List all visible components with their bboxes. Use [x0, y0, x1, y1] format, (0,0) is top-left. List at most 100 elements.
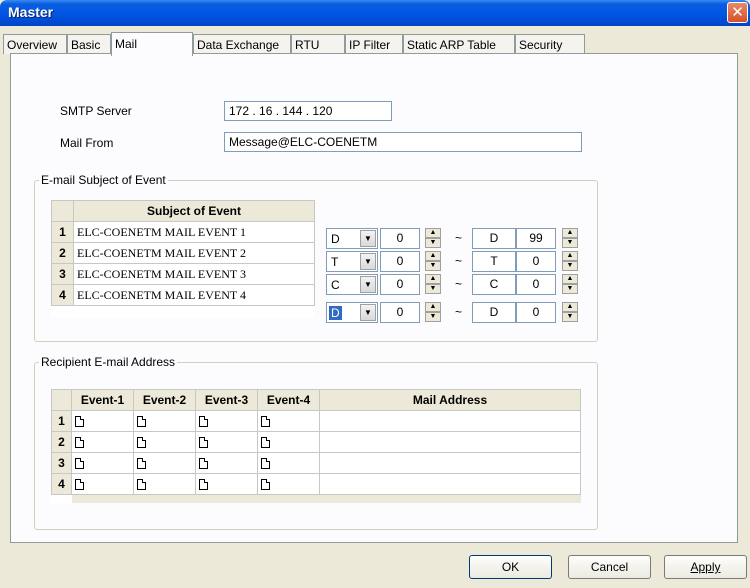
- from-device-combo-3[interactable]: C ▼: [326, 274, 378, 295]
- event-4-checkbox-cell[interactable]: [257, 431, 320, 453]
- spin-up-icon[interactable]: ▲: [562, 251, 578, 261]
- tab-overview[interactable]: Overview: [3, 34, 67, 54]
- event-3-checkbox-cell[interactable]: [195, 410, 258, 432]
- recipient-hscroll[interactable]: [71, 494, 581, 503]
- from-address-spinner-4[interactable]: ▲ ▼: [425, 302, 441, 323]
- spin-down-icon[interactable]: ▼: [425, 284, 441, 294]
- tab-data-exchange[interactable]: Data Exchange: [193, 34, 291, 54]
- to-address-spinner-1[interactable]: ▲ ▼: [562, 228, 578, 249]
- ok-button[interactable]: OK: [469, 555, 552, 579]
- from-device-combo-4[interactable]: D ▼: [326, 302, 378, 323]
- checkbox-icon[interactable]: [261, 479, 270, 491]
- checkbox-icon[interactable]: [199, 479, 208, 491]
- spin-down-icon[interactable]: ▼: [562, 284, 578, 294]
- from-address-input-2[interactable]: 0: [380, 251, 420, 272]
- spin-down-icon[interactable]: ▼: [425, 312, 441, 322]
- checkbox-icon[interactable]: [261, 437, 270, 449]
- from-address-input-1[interactable]: 0: [380, 228, 420, 249]
- tab-security[interactable]: Security: [515, 34, 585, 54]
- mail-address-cell[interactable]: [319, 410, 581, 432]
- spin-up-icon[interactable]: ▲: [562, 228, 578, 238]
- mail-address-cell[interactable]: [319, 473, 581, 495]
- checkbox-icon[interactable]: [261, 416, 270, 428]
- spin-down-icon[interactable]: ▼: [425, 238, 441, 248]
- spin-up-icon[interactable]: ▲: [562, 274, 578, 284]
- event-1-checkbox-cell[interactable]: [71, 473, 134, 495]
- spin-up-icon[interactable]: ▲: [425, 228, 441, 238]
- table-row[interactable]: 1: [51, 410, 581, 432]
- spin-up-icon[interactable]: ▲: [562, 302, 578, 312]
- chevron-down-icon[interactable]: ▼: [360, 253, 376, 270]
- to-address-spinner-4[interactable]: ▲ ▼: [562, 302, 578, 323]
- event-1-checkbox-cell[interactable]: [71, 452, 134, 474]
- table-row[interactable]: 4: [51, 473, 581, 495]
- checkbox-icon[interactable]: [75, 479, 84, 491]
- spin-down-icon[interactable]: ▼: [425, 261, 441, 271]
- checkbox-icon[interactable]: [137, 416, 146, 428]
- table-row[interactable]: 3: [51, 452, 581, 474]
- subject-cell[interactable]: ELC-COENETM MAIL EVENT 4: [73, 284, 315, 306]
- event-4-checkbox-cell[interactable]: [257, 473, 320, 495]
- table-row[interactable]: 3 ELC-COENETM MAIL EVENT 3: [51, 263, 315, 285]
- to-address-input-1[interactable]: 99: [516, 228, 556, 249]
- checkbox-icon[interactable]: [75, 437, 84, 449]
- checkbox-icon[interactable]: [199, 437, 208, 449]
- checkbox-icon[interactable]: [199, 416, 208, 428]
- from-address-input-4[interactable]: 0: [380, 302, 420, 323]
- to-address-input-2[interactable]: 0: [516, 251, 556, 272]
- event-3-checkbox-cell[interactable]: [195, 431, 258, 453]
- event-4-checkbox-cell[interactable]: [257, 410, 320, 432]
- checkbox-icon[interactable]: [199, 458, 208, 470]
- checkbox-icon[interactable]: [75, 416, 84, 428]
- tab-static-arp-table[interactable]: Static ARP Table: [403, 34, 515, 54]
- table-row[interactable]: 1 ELC-COENETM MAIL EVENT 1: [51, 221, 315, 243]
- tab-ip-filter[interactable]: IP Filter: [345, 34, 403, 54]
- chevron-down-icon[interactable]: ▼: [360, 304, 376, 321]
- mail-address-cell[interactable]: [319, 431, 581, 453]
- cancel-button[interactable]: Cancel: [568, 555, 651, 579]
- from-address-input-3[interactable]: 0: [380, 274, 420, 295]
- to-address-spinner-2[interactable]: ▲ ▼: [562, 251, 578, 272]
- event-2-checkbox-cell[interactable]: [133, 452, 196, 474]
- mail-from-input[interactable]: Message@ELC-COENETM: [224, 132, 582, 152]
- event-3-checkbox-cell[interactable]: [195, 473, 258, 495]
- spin-up-icon[interactable]: ▲: [425, 274, 441, 284]
- spin-down-icon[interactable]: ▼: [562, 238, 578, 248]
- to-address-spinner-3[interactable]: ▲ ▼: [562, 274, 578, 295]
- tab-mail[interactable]: Mail: [111, 32, 193, 56]
- table-row[interactable]: 2 ELC-COENETM MAIL EVENT 2: [51, 242, 315, 264]
- checkbox-icon[interactable]: [137, 458, 146, 470]
- event-2-checkbox-cell[interactable]: [133, 431, 196, 453]
- table-row[interactable]: 2: [51, 431, 581, 453]
- spin-up-icon[interactable]: ▲: [425, 251, 441, 261]
- from-address-spinner-1[interactable]: ▲ ▼: [425, 228, 441, 249]
- checkbox-icon[interactable]: [137, 479, 146, 491]
- to-address-input-3[interactable]: 0: [516, 274, 556, 295]
- event-3-checkbox-cell[interactable]: [195, 452, 258, 474]
- checkbox-icon[interactable]: [137, 437, 146, 449]
- table-row[interactable]: 4 ELC-COENETM MAIL EVENT 4: [51, 284, 315, 306]
- subject-cell[interactable]: ELC-COENETM MAIL EVENT 2: [73, 242, 315, 264]
- subject-cell[interactable]: ELC-COENETM MAIL EVENT 1: [73, 221, 315, 243]
- tab-basic[interactable]: Basic: [67, 34, 111, 54]
- event-2-checkbox-cell[interactable]: [133, 473, 196, 495]
- mail-address-cell[interactable]: [319, 452, 581, 474]
- tab-rtu[interactable]: RTU: [291, 34, 345, 54]
- event-1-checkbox-cell[interactable]: [71, 410, 134, 432]
- from-address-spinner-3[interactable]: ▲ ▼: [425, 274, 441, 295]
- event-1-checkbox-cell[interactable]: [71, 431, 134, 453]
- close-button[interactable]: ✕: [727, 2, 748, 23]
- spin-up-icon[interactable]: ▲: [425, 302, 441, 312]
- chevron-down-icon[interactable]: ▼: [360, 276, 376, 293]
- from-device-combo-1[interactable]: D ▼: [326, 228, 378, 249]
- chevron-down-icon[interactable]: ▼: [360, 230, 376, 247]
- event-4-checkbox-cell[interactable]: [257, 452, 320, 474]
- from-address-spinner-2[interactable]: ▲ ▼: [425, 251, 441, 272]
- apply-button[interactable]: Apply: [664, 555, 747, 579]
- spin-down-icon[interactable]: ▼: [562, 261, 578, 271]
- spin-down-icon[interactable]: ▼: [562, 312, 578, 322]
- from-device-combo-2[interactable]: T ▼: [326, 251, 378, 272]
- event-2-checkbox-cell[interactable]: [133, 410, 196, 432]
- checkbox-icon[interactable]: [261, 458, 270, 470]
- smtp-server-ip-input[interactable]: 172 . 16 . 144 . 120: [224, 101, 392, 121]
